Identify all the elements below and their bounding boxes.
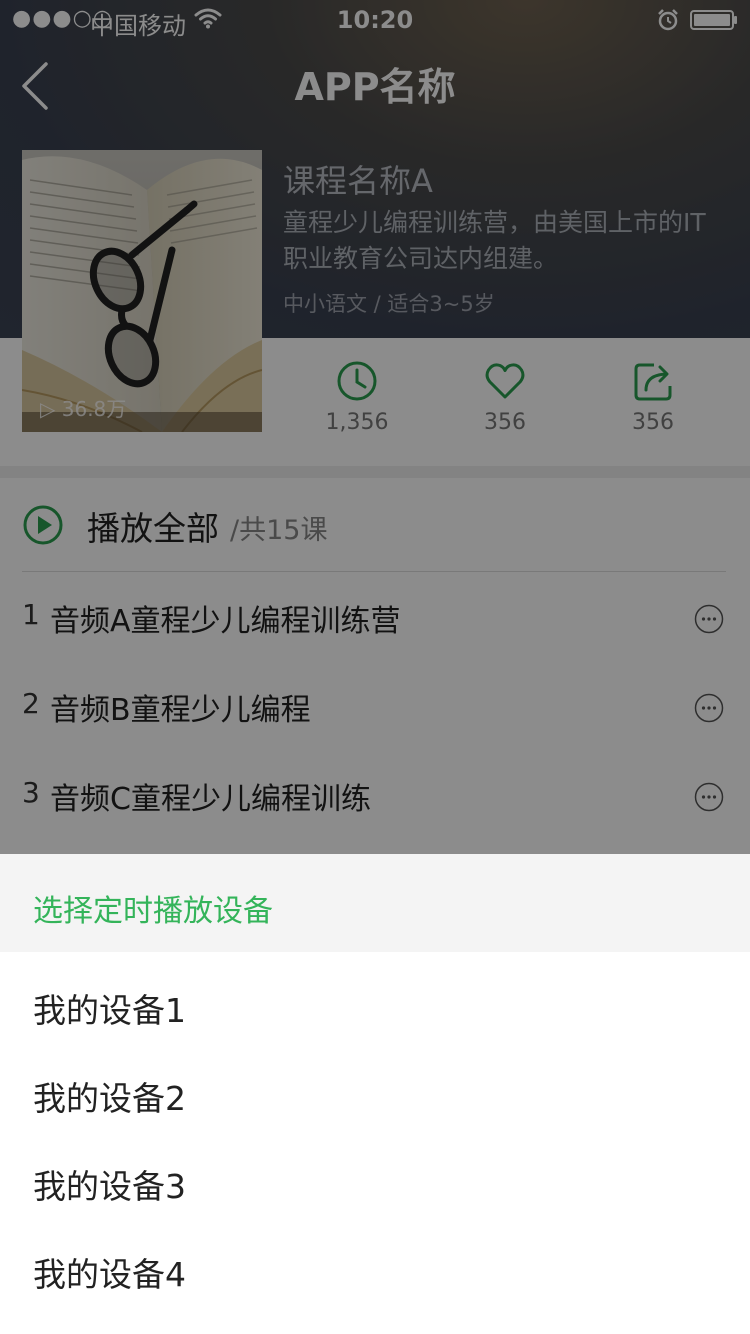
sheet-title: 选择定时播放设备	[33, 894, 273, 929]
device-label: 我的设备4	[33, 1255, 186, 1294]
modal-backdrop[interactable]	[0, 0, 750, 854]
sheet-header: 选择定时播放设备	[0, 854, 750, 952]
device-label: 我的设备1	[33, 991, 186, 1030]
device-option[interactable]: 我的设备4	[0, 1226, 750, 1314]
device-option[interactable]: 我的设备2	[0, 1050, 750, 1138]
device-option[interactable]: 我的设备1	[0, 962, 750, 1050]
device-label: 我的设备3	[33, 1167, 186, 1206]
device-picker-sheet: 选择定时播放设备 我的设备1 我的设备2 我的设备3 我的设备4	[0, 854, 750, 1334]
device-label: 我的设备2	[33, 1079, 186, 1118]
device-option[interactable]: 我的设备3	[0, 1138, 750, 1226]
